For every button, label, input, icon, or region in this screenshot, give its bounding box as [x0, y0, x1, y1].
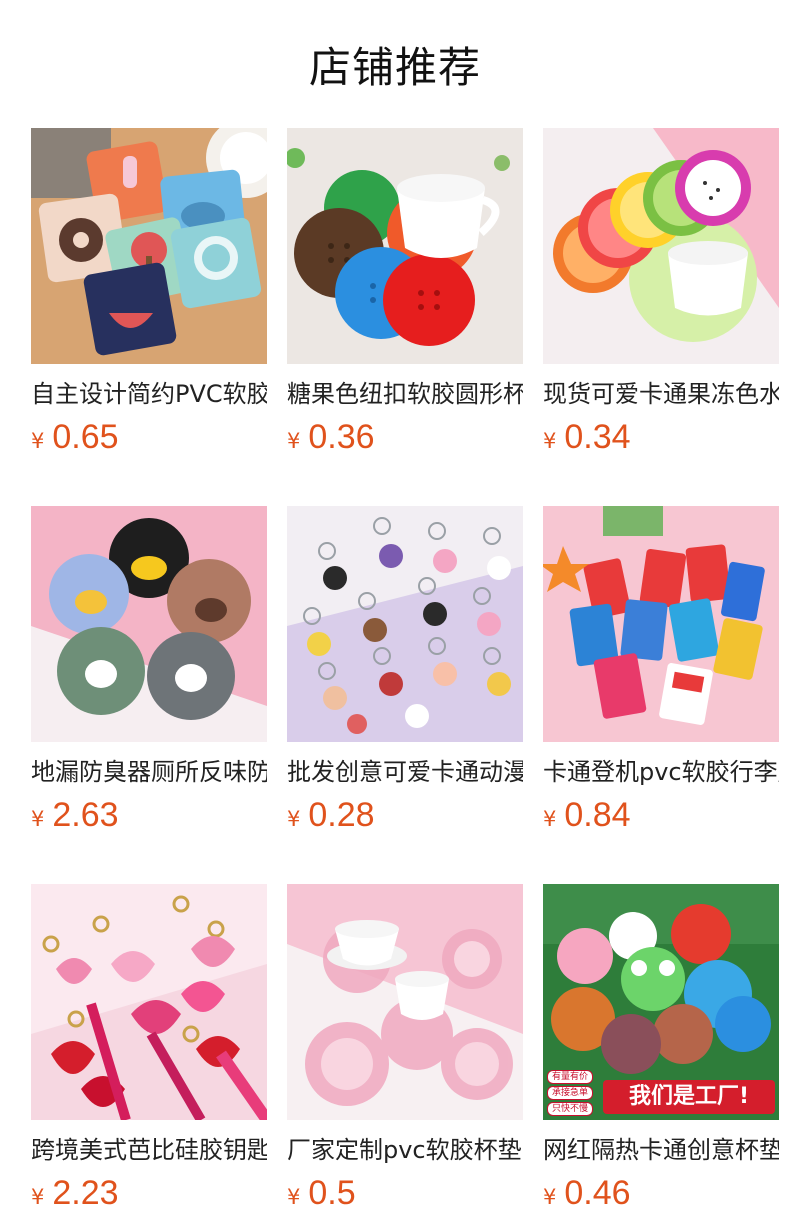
product-name[interactable]: 跨境美式芭比硅胶钥匙扣 — [31, 1134, 267, 1166]
currency-symbol: ¥ — [31, 429, 45, 453]
price-amount: 0.65 — [52, 418, 119, 456]
product-card[interactable]: 厂家定制pvc软胶杯垫 ¥ 0.5 — [287, 884, 523, 1214]
banner-badge: 有量有价 — [547, 1070, 594, 1084]
product-name[interactable]: 网红隔热卡通创意杯垫 — [543, 1134, 779, 1166]
product-name[interactable]: 批发创意可爱卡通动漫钥匙扣 — [287, 756, 523, 788]
page-title: 店铺推荐 — [308, 42, 481, 92]
paw-drain-covers-image — [31, 506, 267, 742]
luggage-tags-image — [543, 506, 779, 742]
product-name[interactable]: 卡通登机pvc软胶行李牌 — [543, 756, 779, 788]
product-card[interactable]: 糖果色纽扣软胶圆形杯垫 ¥ 0.36 — [287, 128, 523, 458]
price-amount: 0.84 — [564, 796, 631, 834]
product-card[interactable]: 现货可爱卡通果冻色水果杯垫 ¥ 0.34 — [543, 128, 779, 458]
price-amount: 0.28 — [308, 796, 375, 834]
currency-symbol: ¥ — [543, 807, 557, 831]
currency-symbol: ¥ — [543, 1185, 557, 1209]
product-card[interactable]: 跨境美式芭比硅胶钥匙扣 ¥ 2.23 — [31, 884, 267, 1214]
product-image[interactable] — [543, 128, 779, 364]
price-amount: 2.63 — [52, 796, 119, 834]
keychains-image — [287, 506, 523, 742]
product-price: ¥ 2.23 — [31, 1174, 267, 1214]
product-card[interactable]: 有量有价 承接急单 只快不慢 我们是工厂! 网红隔热卡通创意杯垫 ¥ 0.46 — [543, 884, 779, 1214]
currency-symbol: ¥ — [31, 807, 45, 831]
sakura-coasters-image — [287, 884, 523, 1120]
product-image[interactable] — [287, 884, 523, 1120]
product-grid: 自主设计简约PVC软胶杯垫 ¥ 0.65 — [0, 128, 790, 1214]
banner-badge: 承接急单 — [547, 1086, 594, 1100]
fruit-coasters-image — [543, 128, 779, 364]
price-amount: 0.5 — [308, 1174, 356, 1212]
product-card[interactable]: 地漏防臭器厕所反味防虫 ¥ 2.63 — [31, 506, 267, 836]
product-name[interactable]: 地漏防臭器厕所反味防虫 — [31, 756, 267, 788]
currency-symbol: ¥ — [543, 429, 557, 453]
product-card[interactable]: 卡通登机pvc软胶行李牌 ¥ 0.84 — [543, 506, 779, 836]
price-amount: 2.23 — [52, 1174, 119, 1212]
factory-banner: 我们是工厂! — [603, 1080, 775, 1114]
product-image[interactable] — [287, 506, 523, 742]
price-amount: 0.36 — [308, 418, 375, 456]
currency-symbol: ¥ — [287, 1185, 301, 1209]
price-amount: 0.46 — [564, 1174, 631, 1212]
product-price: ¥ 0.46 — [543, 1174, 779, 1214]
product-name[interactable]: 现货可爱卡通果冻色水果杯垫 — [543, 378, 779, 410]
barbie-keychains-image — [31, 884, 267, 1120]
currency-symbol: ¥ — [31, 1185, 45, 1209]
product-price: ¥ 0.5 — [287, 1174, 523, 1214]
product-price: ¥ 0.34 — [543, 418, 779, 458]
product-price: ¥ 0.28 — [287, 796, 523, 836]
price-amount: 0.34 — [564, 418, 631, 456]
currency-symbol: ¥ — [287, 429, 301, 453]
product-image[interactable] — [543, 506, 779, 742]
product-image[interactable] — [287, 128, 523, 364]
product-image[interactable]: 有量有价 承接急单 只快不慢 我们是工厂! — [543, 884, 779, 1120]
product-card[interactable]: 自主设计简约PVC软胶杯垫 ¥ 0.65 — [31, 128, 267, 458]
product-card[interactable]: 批发创意可爱卡通动漫钥匙扣 ¥ 0.28 — [287, 506, 523, 836]
button-coasters-image — [287, 128, 523, 364]
product-price: ¥ 0.36 — [287, 418, 523, 458]
product-price: ¥ 2.63 — [31, 796, 267, 836]
currency-symbol: ¥ — [287, 807, 301, 831]
product-price: ¥ 0.65 — [31, 418, 267, 458]
product-image[interactable] — [31, 884, 267, 1120]
product-name[interactable]: 自主设计简约PVC软胶杯垫 — [31, 378, 267, 410]
product-image[interactable] — [31, 128, 267, 364]
product-name[interactable]: 厂家定制pvc软胶杯垫 — [287, 1134, 523, 1166]
product-image[interactable] — [31, 506, 267, 742]
banner-badge: 只快不慢 — [547, 1102, 594, 1116]
banner-badges: 有量有价 承接急单 只快不慢 — [547, 1070, 594, 1116]
product-name[interactable]: 糖果色纽扣软胶圆形杯垫 — [287, 378, 523, 410]
product-price: ¥ 0.84 — [543, 796, 779, 836]
cartoon-coasters-image — [31, 128, 267, 364]
